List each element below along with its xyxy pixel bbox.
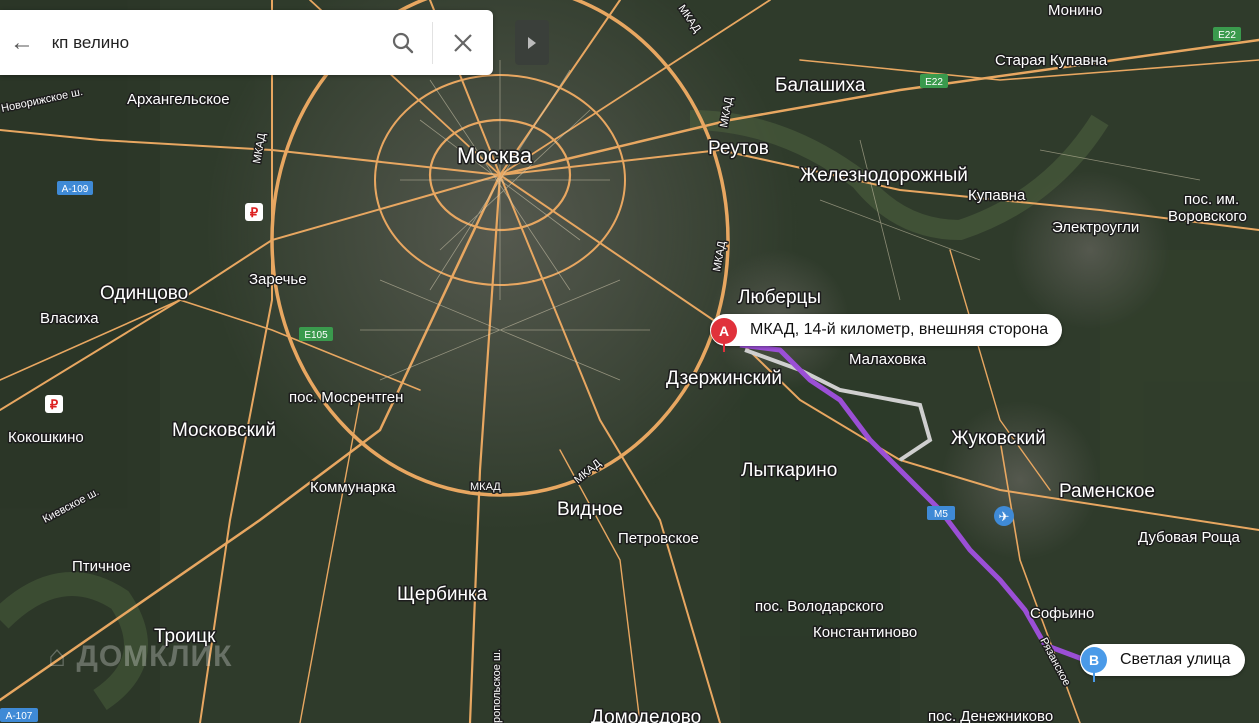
watermark-text: ДОМКЛИК [76,640,233,673]
route-point-a-text: МКАД, 14-й километр, внешняя сторона [750,321,1049,338]
place-label: Кокошкино [8,429,84,446]
place-label: Одинцово [100,283,188,304]
place-label: пос. Мосрентген [289,389,403,406]
place-label: Люберцы [738,287,821,308]
place-label: пос. Володарского [755,598,884,615]
route-point-b-marker[interactable]: B [1081,647,1107,673]
place-label: Электроугли [1052,219,1139,236]
search-icon[interactable] [373,10,433,75]
place-label: Балашиха [775,75,866,96]
place-label: Щербинка [397,584,488,605]
place-label: Домодедово [591,707,701,723]
place-label: Птичное [72,558,131,575]
place-label: пос. Денежниково [928,708,1053,723]
road-shield-e22-top-label: E22 [1218,30,1236,41]
place-label: пос. им. [1184,191,1239,208]
route-point-b-needle [1093,672,1095,682]
place-label: Видное [557,499,623,520]
house-logo-icon: ⌂ [48,640,77,673]
close-icon[interactable] [433,10,493,75]
road-shield-e105-label: E105 [304,330,328,341]
airport-icon: ✈ [994,506,1014,526]
place-label: Коммунарка [310,479,396,496]
road-label-ropolevskoe: ропольское ш. [491,649,503,723]
place-label: Московский [172,420,276,441]
road-shield-a107-label: A-107 [6,711,33,722]
place-label: Жуковский [951,428,1046,449]
place-label: Железнодорожный [800,165,968,186]
route-point-a-needle [723,342,725,352]
panel-toggle-button[interactable] [515,20,549,65]
place-label: Дубовая Роща [1138,529,1241,546]
place-label: Дзержинский [666,368,782,389]
search-input[interactable] [43,22,373,63]
place-label: Константиново [813,624,917,641]
road-label-mkad: МКАД [470,481,501,493]
road-shield-e22-label: E22 [925,77,943,88]
place-label: Малаховка [849,351,927,368]
place-label: Раменское [1059,481,1155,502]
place-label: Архангельское [127,91,230,108]
road-shield-a109-label: A-109 [62,184,89,195]
map-canvas[interactable]: A-109 A-107 E105 E22 E22 M5 ₽ ₽ ✈ Новори… [0,0,1259,723]
place-label: Заречье [249,271,307,288]
road-shield-m5-label: M5 [934,509,948,520]
place-label: Софьино [1030,605,1094,622]
place-label: Лыткарино [741,460,837,481]
place-label: Купавна [968,187,1026,204]
place-label: Москва [457,143,533,168]
svg-text:✈: ✈ [999,509,1010,524]
route-point-a-marker[interactable]: A [711,318,737,344]
chevron-right-icon [528,36,536,49]
back-arrow-icon[interactable]: ← [0,10,44,75]
place-label: Власиха [40,310,99,327]
svg-text:₽: ₽ [50,397,59,412]
place-label: Петровское [618,530,699,547]
place-label: Старая Купавна [995,52,1108,69]
domclick-logo: ⌂ ДОМКЛИК [48,640,232,674]
search-panel: ← [0,10,493,75]
place-label: Монино [1048,2,1102,19]
route-point-b-text: Светлая улица [1120,651,1231,668]
route-point-a-label[interactable]: МКАД, 14-й километр, внешняя сторона [710,314,1063,346]
svg-text:₽: ₽ [250,205,259,220]
place-label: Воровского [1168,208,1247,225]
place-label: Реутов [708,138,769,159]
